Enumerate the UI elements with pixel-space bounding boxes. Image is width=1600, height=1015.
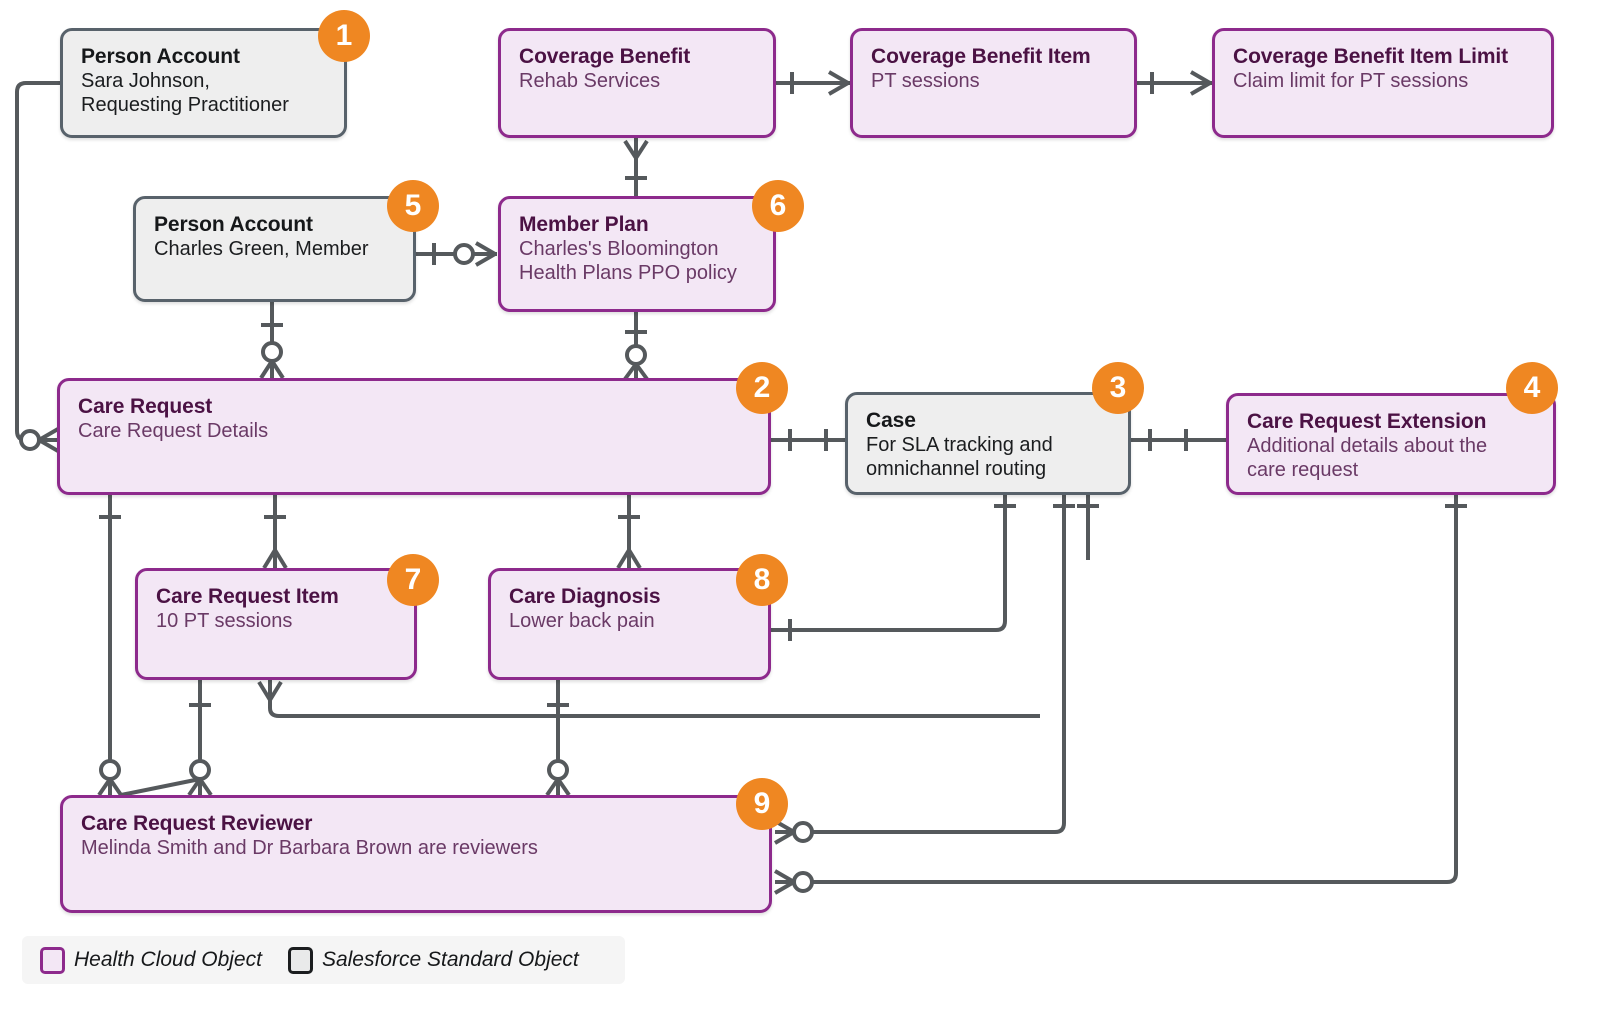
badge-1[interactable]: 1 xyxy=(318,10,370,62)
node-subtitle-line: Additional details about the xyxy=(1247,434,1488,457)
badge-2[interactable]: 2 xyxy=(736,362,788,414)
node-care-request-item[interactable]: Care Request Item 10 PT sessions xyxy=(135,568,417,680)
wire-carediagnosis-case xyxy=(770,495,1007,632)
legend: Health Cloud Object Salesforce Standard … xyxy=(22,936,625,984)
node-subtitle-line: Sara Johnson, xyxy=(81,69,210,92)
node-subtitle-line: Charles's Bloomington xyxy=(519,237,719,260)
legend-swatch-health-cloud-icon xyxy=(40,946,65,974)
node-title: Coverage Benefit xyxy=(519,45,691,68)
badge-4[interactable]: 4 xyxy=(1506,362,1558,414)
node-care-request-extension[interactable]: Care Request Extension Additional detail… xyxy=(1226,393,1556,495)
node-coverage-benefit[interactable]: Coverage Benefit Rehab Services xyxy=(498,28,776,138)
node-title: Care Request Extension xyxy=(1247,410,1487,433)
legend-item-health-cloud: Health Cloud Object xyxy=(40,946,262,974)
node-subtitle-line: Health Plans PPO policy xyxy=(519,261,737,284)
node-subtitle-line: PT sessions xyxy=(871,69,980,92)
node-person-account-member[interactable]: Person Account Charles Green, Member xyxy=(133,196,416,302)
node-care-request-reviewer[interactable]: Care Request Reviewer Melinda Smith and … xyxy=(60,795,772,913)
node-subtitle-line: Melinda Smith and Dr Barbara Brown are r… xyxy=(81,836,538,859)
node-title: Member Plan xyxy=(519,213,649,236)
node-title: Coverage Benefit Item Limit xyxy=(1233,45,1509,68)
er-diagram-canvas: Person Account Sara Johnson, Requesting … xyxy=(0,0,1600,1015)
node-title: Care Request xyxy=(78,395,213,418)
node-coverage-benefit-item-limit[interactable]: Coverage Benefit Item Limit Claim limit … xyxy=(1212,28,1554,138)
badge-8[interactable]: 8 xyxy=(736,554,788,606)
node-subtitle-line: For SLA tracking and xyxy=(866,433,1053,456)
node-care-request[interactable]: Care Request Care Request Details xyxy=(57,378,771,495)
legend-label: Health Cloud Object xyxy=(74,948,262,971)
node-title: Care Request Reviewer xyxy=(81,812,313,835)
node-subtitle-line: Claim limit for PT sessions xyxy=(1233,69,1469,92)
badge-5[interactable]: 5 xyxy=(387,180,439,232)
node-title: Care Request Item xyxy=(156,585,339,608)
badge-9[interactable]: 9 xyxy=(736,778,788,830)
node-subtitle-line: 10 PT sessions xyxy=(156,609,293,632)
node-subtitle-line: Charles Green, Member xyxy=(154,237,369,260)
badge-7[interactable]: 7 xyxy=(387,554,439,606)
node-subtitle-line: omnichannel routing xyxy=(866,457,1047,480)
wire-carerequestextension-reviewer xyxy=(812,495,1458,884)
node-coverage-benefit-item[interactable]: Coverage Benefit Item PT sessions xyxy=(850,28,1137,138)
wire-case-reviewer xyxy=(812,495,1066,834)
node-person-account-practitioner[interactable]: Person Account Sara Johnson, Requesting … xyxy=(60,28,347,138)
node-member-plan[interactable]: Member Plan Charles's Bloomington Health… xyxy=(498,196,776,312)
badge-3[interactable]: 3 xyxy=(1092,362,1144,414)
wire-practitioner-carerequest xyxy=(15,81,60,442)
node-title: Coverage Benefit Item xyxy=(871,45,1091,68)
node-case[interactable]: Case For SLA tracking and omnichannel ro… xyxy=(845,392,1131,495)
node-care-diagnosis[interactable]: Care Diagnosis Lower back pain xyxy=(488,568,771,680)
node-title: Case xyxy=(866,409,916,432)
node-subtitle-line: care request xyxy=(1247,458,1359,481)
node-subtitle-line: Requesting Practitioner xyxy=(81,93,289,116)
node-title: Care Diagnosis xyxy=(509,585,661,608)
legend-swatch-salesforce-standard-icon xyxy=(287,946,313,974)
legend-item-salesforce-standard: Salesforce Standard Object xyxy=(287,946,579,974)
node-subtitle-line: Lower back pain xyxy=(509,609,655,632)
legend-label: Salesforce Standard Object xyxy=(321,948,579,971)
node-subtitle-line: Care Request Details xyxy=(78,419,269,442)
badge-6[interactable]: 6 xyxy=(752,180,804,232)
node-subtitle-line: Rehab Services xyxy=(519,69,661,92)
node-title: Person Account xyxy=(81,45,240,68)
node-title: Person Account xyxy=(154,213,313,236)
wire-carerequestitem-elbow xyxy=(268,680,1040,718)
